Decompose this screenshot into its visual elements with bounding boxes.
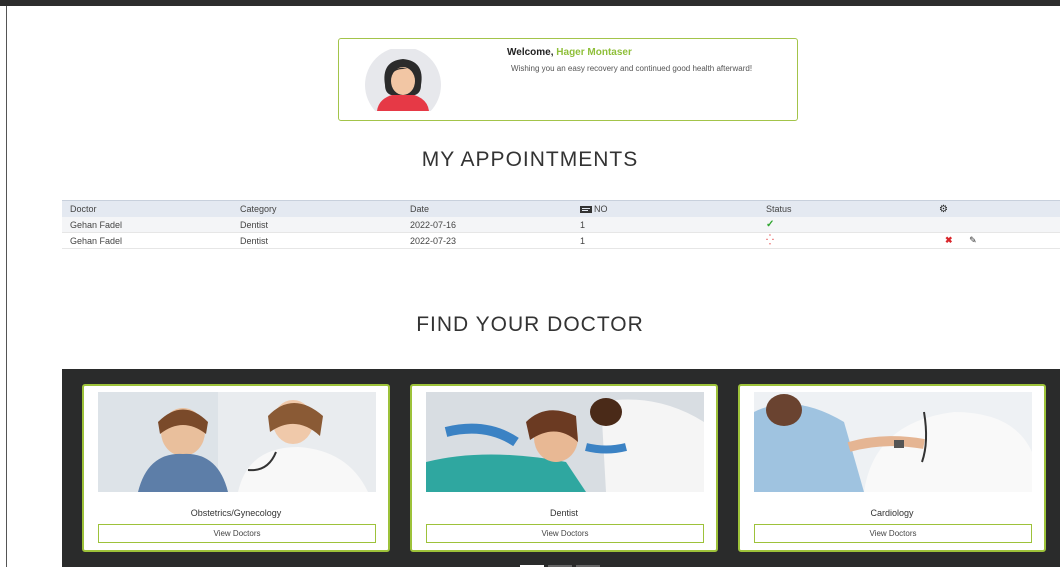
cell-no: 1	[572, 232, 758, 249]
cell-doctor: Gehan Fadel	[62, 232, 232, 249]
user-name: Hager Montaser	[556, 47, 632, 58]
left-border	[6, 6, 7, 567]
appointments-table: Doctor Category Date NO Status ⚙ Gehan F…	[62, 200, 1060, 249]
appointments-title: MY APPOINTMENTS	[421, 148, 639, 171]
welcome-heading: Welcome, Hager Montaser	[507, 47, 787, 58]
spinner-icon: ⁛	[766, 235, 774, 246]
cell-category: Dentist	[232, 217, 402, 233]
col-doctor: Doctor	[62, 200, 232, 217]
find-doctor-title: FIND YOUR DOCTOR	[416, 313, 644, 336]
cell-no: 1	[572, 217, 758, 233]
edit-icon[interactable]: ✎	[969, 235, 977, 245]
cancel-icon[interactable]: ✖	[945, 235, 953, 245]
view-doctors-button[interactable]: View Doctors	[754, 524, 1032, 543]
obstetrics-photo	[98, 392, 376, 492]
col-actions: ⚙	[931, 200, 1060, 217]
category-card-dentist: Dentist View Doctors	[410, 384, 718, 552]
category-card-obstetrics: Obstetrics/Gynecology View Doctors	[82, 384, 390, 552]
category-card-cardiology: Cardiology View Doctors	[738, 384, 1046, 552]
col-category: Category	[232, 200, 402, 217]
table-row: Gehan Fadel Dentist 2022-07-16 1 ✓	[62, 217, 1060, 233]
col-status: Status	[758, 200, 931, 217]
cell-category: Dentist	[232, 232, 402, 249]
table-row: Gehan Fadel Dentist 2022-07-23 1 ⁛ ✖ ✎	[62, 232, 1060, 249]
welcome-card: Welcome, Hager Montaser Wishing you an e…	[338, 38, 798, 121]
cell-date: 2022-07-23	[402, 232, 572, 249]
cell-status: ⁛	[758, 232, 931, 249]
col-date: Date	[402, 200, 572, 217]
cell-actions	[931, 217, 1060, 233]
cell-status: ✓	[758, 217, 931, 233]
ticket-icon	[580, 206, 592, 214]
dentist-photo	[426, 392, 704, 492]
cell-date: 2022-07-16	[402, 217, 572, 233]
welcome-greeting: Welcome,	[507, 47, 554, 58]
col-no-label: NO	[594, 204, 608, 214]
avatar	[365, 49, 441, 111]
view-doctors-button[interactable]: View Doctors	[98, 524, 376, 543]
welcome-message: Wishing you an easy recovery and continu…	[511, 64, 753, 73]
doctor-carousel: Obstetrics/Gynecology View Doctors Denti…	[62, 369, 1060, 567]
cell-actions: ✖ ✎	[931, 232, 1060, 249]
cell-doctor: Gehan Fadel	[62, 217, 232, 233]
table-header-row: Doctor Category Date NO Status ⚙	[62, 200, 1060, 217]
gear-icon: ⚙	[939, 203, 948, 215]
view-doctors-button[interactable]: View Doctors	[426, 524, 704, 543]
top-border	[0, 0, 1060, 6]
check-icon: ✓	[766, 219, 775, 230]
category-label: Obstetrics/Gynecology	[190, 508, 282, 518]
cardiology-photo	[754, 392, 1032, 492]
category-label: Dentist	[549, 508, 578, 518]
carousel-indicators	[520, 554, 604, 567]
category-label: Cardiology	[870, 508, 914, 518]
col-no: NO	[572, 200, 758, 217]
